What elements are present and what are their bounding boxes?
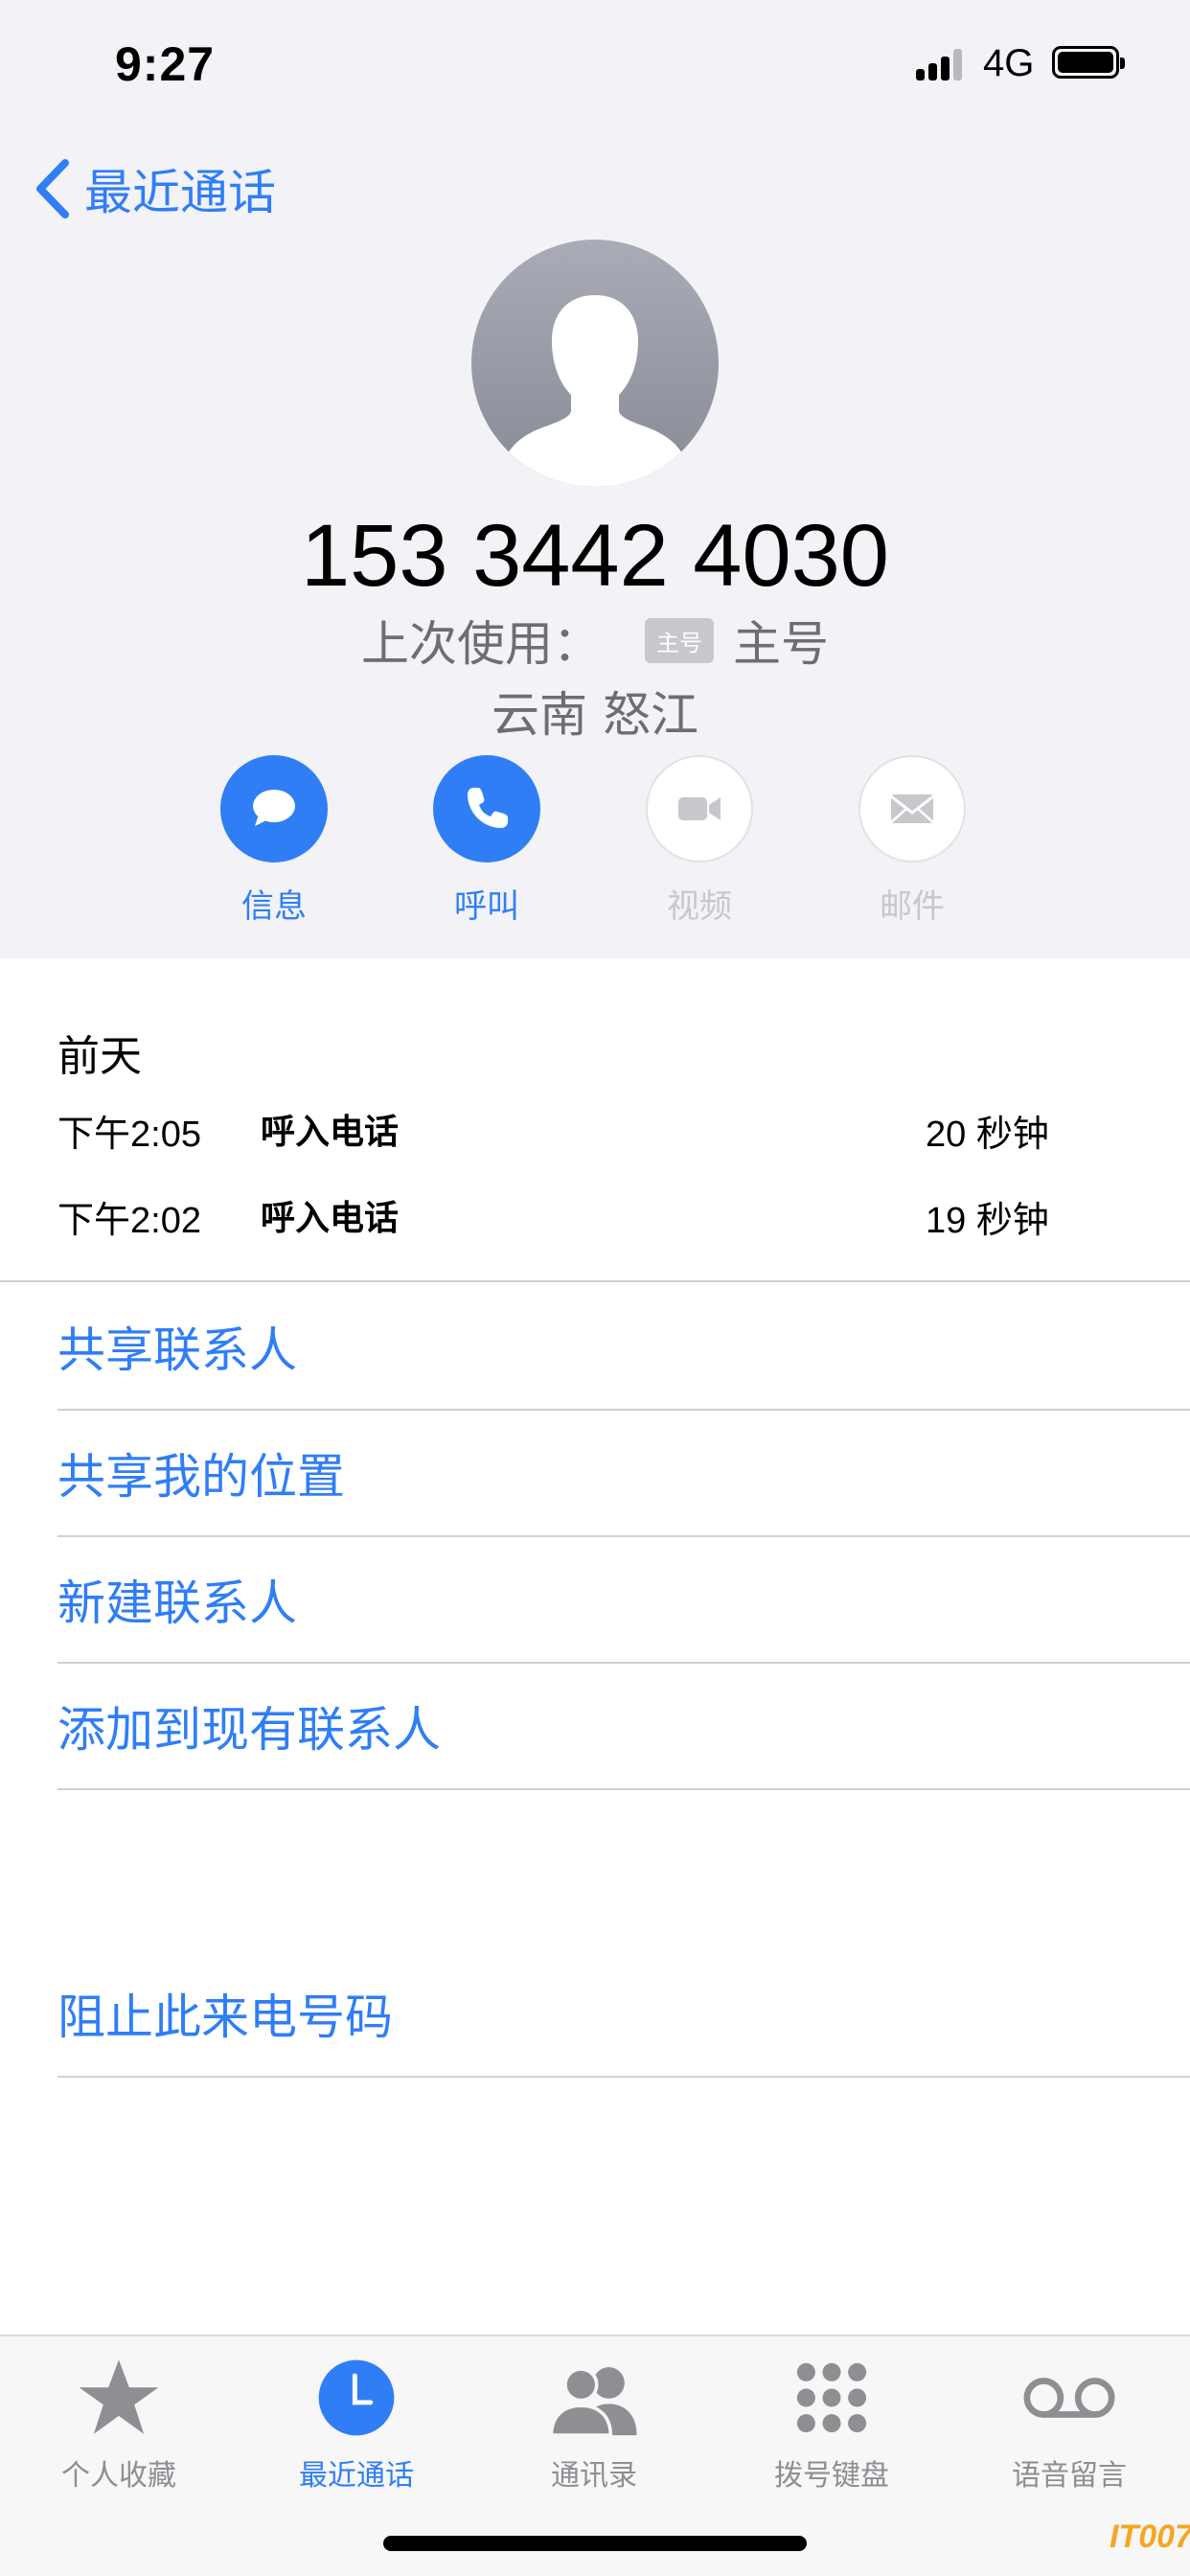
- sim-badge: 主号: [645, 617, 714, 663]
- status-bar: 9:27 4G: [0, 0, 1190, 126]
- tab-label: 通讯录: [551, 2459, 637, 2493]
- clock-icon: [318, 2359, 395, 2436]
- home-indicator: [383, 2536, 807, 2551]
- phone-icon: [468, 788, 508, 828]
- tab-label: 最近通话: [299, 2459, 414, 2493]
- add-to-existing-contact-button[interactable]: 添加到现有联系人: [57, 1664, 1190, 1790]
- video-label: 视频: [667, 887, 732, 926]
- tab-label: 拨号键盘: [774, 2459, 889, 2493]
- network-type: 4G: [983, 42, 1035, 84]
- tab-label: 语音留言: [1012, 2459, 1127, 2493]
- mail-label: 邮件: [880, 887, 945, 926]
- call-time: 下午2:05: [57, 1115, 201, 1155]
- tab-voicemail[interactable]: 语音留言: [964, 2350, 1175, 2503]
- back-button[interactable]: 最近通话: [33, 155, 276, 222]
- video-camera-icon: [678, 797, 721, 820]
- message-button[interactable]: 信息: [220, 755, 328, 928]
- tab-keypad[interactable]: 拨号键盘: [726, 2350, 937, 2503]
- call-button[interactable]: 呼叫: [433, 755, 540, 928]
- last-used-prefix: 上次使用：: [361, 616, 601, 672]
- call-history: 前天 下午2:05 呼入电话 20 秒钟 下午2:02 呼入电话 19 秒钟: [0, 958, 1190, 1282]
- history-date: 前天: [57, 1032, 142, 1081]
- block-caller-button[interactable]: 阻止此来电号码: [57, 1951, 1190, 2078]
- new-contact-button[interactable]: 新建联系人: [57, 1537, 1190, 1664]
- last-used-line: 上次使用： 主号 主号: [0, 610, 1190, 672]
- call-type: 呼入电话: [261, 1199, 400, 1238]
- battery-icon: [1052, 46, 1125, 79]
- status-time: 9:27: [115, 37, 216, 91]
- avatar: [471, 240, 719, 487]
- envelope-icon: [890, 794, 934, 823]
- call-time: 下午2:02: [57, 1201, 201, 1241]
- message-bubble-icon: [253, 790, 295, 826]
- call-duration: 19 秒钟: [926, 1201, 1049, 1241]
- tab-label: 个人收藏: [61, 2459, 176, 2493]
- call-record: 下午2:02 呼入电话 19 秒钟: [0, 1190, 1190, 1248]
- sim-name: 主号: [733, 616, 829, 672]
- call-record: 下午2:05 呼入电话 20 秒钟: [0, 1104, 1190, 1162]
- location: 云南 怒江: [492, 687, 698, 743]
- voicemail-icon: [1023, 2378, 1115, 2418]
- keypad-icon: [796, 2362, 867, 2433]
- action-buttons: 信息 呼叫 视频 邮件: [0, 755, 1190, 928]
- call-type: 呼入电话: [261, 1113, 400, 1152]
- tab-favorites[interactable]: 个人收藏: [13, 2350, 224, 2503]
- contact-header: 9:27 4G 最近通话 153 3442 4030 上次使用： 主号 主号 云…: [0, 0, 1190, 958]
- video-button[interactable]: 视频: [646, 755, 753, 928]
- star-icon: [79, 2359, 159, 2434]
- cellular-signal-icon: [916, 44, 970, 80]
- share-contact-button[interactable]: 共享联系人: [57, 1284, 1190, 1411]
- share-location-button[interactable]: 共享我的位置: [57, 1411, 1190, 1537]
- call-label: 呼叫: [454, 887, 519, 926]
- call-duration: 20 秒钟: [926, 1115, 1049, 1155]
- mail-button[interactable]: 邮件: [858, 755, 966, 928]
- tab-recents[interactable]: 最近通话: [251, 2350, 462, 2503]
- watermark: IT007: [1110, 2518, 1190, 2555]
- message-label: 信息: [241, 887, 307, 926]
- person-silhouette-icon: [504, 295, 686, 487]
- chevron-left-icon: [36, 159, 69, 218]
- back-label: 最近通话: [84, 165, 276, 220]
- contacts-icon: [549, 2367, 637, 2437]
- tab-contacts[interactable]: 通讯录: [489, 2350, 699, 2503]
- phone-number: 153 3442 4030: [301, 507, 889, 605]
